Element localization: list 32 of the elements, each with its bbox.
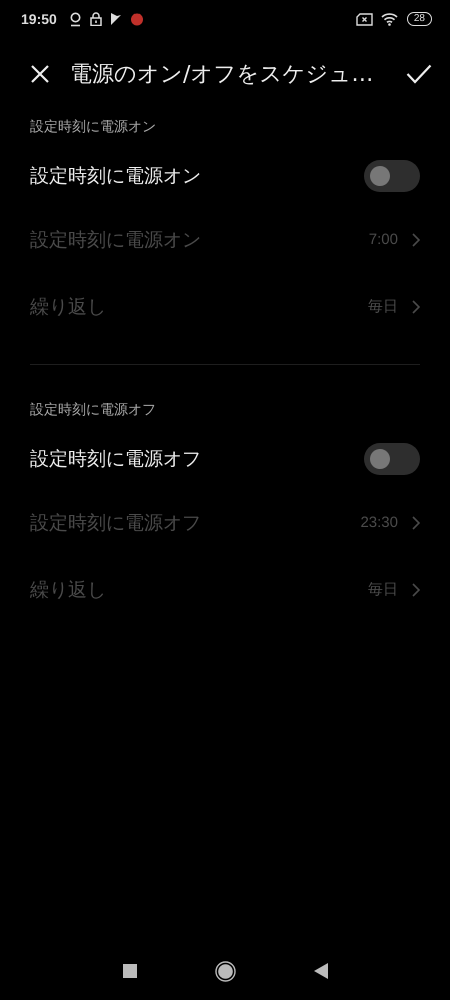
setting-label: 繰り返し — [30, 578, 107, 602]
back-icon[interactable] — [314, 963, 328, 979]
location-pin-icon — [68, 12, 82, 26]
screen-title: 電源のオン/オフをスケジュ… — [70, 61, 374, 89]
setting-value: 23:30 — [360, 514, 398, 531]
chevron-right-icon — [412, 582, 420, 596]
setting-label: 設定時刻に電源オン — [30, 164, 202, 189]
setting-value: 毎日 — [368, 297, 398, 316]
checkmark-icon — [406, 64, 432, 84]
chevron-right-icon — [412, 232, 420, 246]
setting-label: 繰り返し — [30, 294, 107, 320]
status-time: 19:50 — [21, 11, 57, 27]
lock-icon — [90, 12, 102, 26]
setting-value: 7:00 — [368, 231, 398, 248]
chevron-right-icon — [412, 300, 420, 314]
close-icon — [30, 64, 50, 84]
section-heading: 設定時刻に電源オン — [29, 118, 157, 137]
section-heading: 設定時刻に電源オフ — [29, 401, 157, 420]
recent-apps-icon[interactable] — [122, 964, 136, 978]
toggle-switch[interactable] — [364, 443, 420, 475]
app-notification-icon — [130, 12, 144, 26]
battery-indicator: 28 — [406, 12, 432, 26]
setting-label: 設定時刻に電源オフ — [30, 510, 202, 536]
home-icon[interactable] — [214, 960, 236, 982]
setting-label: 設定時刻に電源オン — [30, 228, 202, 252]
setting-label: 設定時刻に電源オフ — [30, 447, 202, 472]
flag-icon — [110, 12, 122, 26]
no-sim-icon — [356, 12, 373, 26]
toggle-switch[interactable] — [364, 160, 420, 192]
setting-value: 毎日 — [368, 580, 398, 599]
wifi-icon — [380, 12, 399, 26]
chevron-right-icon — [412, 516, 420, 530]
